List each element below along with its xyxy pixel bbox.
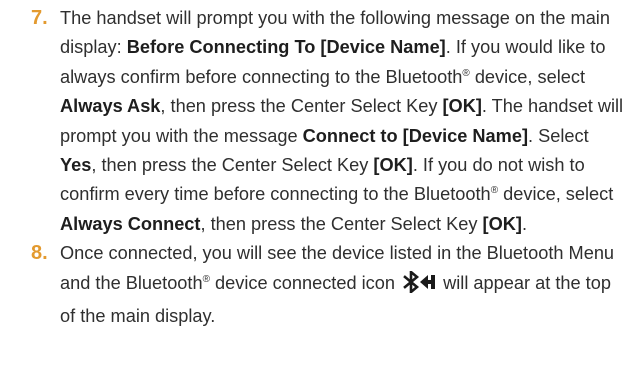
bold-message: Connect to [Device Name] [302, 125, 528, 146]
step-text: , then press the Center Select Key [200, 213, 483, 234]
bold-option: Always Connect [60, 213, 201, 234]
step-text: . [521, 213, 528, 234]
step-text: device, select [469, 66, 586, 87]
registered-mark: ® [462, 67, 470, 79]
bold-option: Yes [60, 155, 92, 176]
step-text: device, select [498, 184, 614, 205]
bold-option: Always Ask [60, 96, 161, 117]
step-text: device connected icon [209, 272, 401, 293]
bold-key: [OK] [482, 213, 522, 234]
bold-key: [OK] [442, 96, 482, 117]
bluetooth-connected-icon [402, 268, 436, 302]
bold-key: [OK] [373, 155, 413, 176]
step-number: 7. [31, 7, 48, 29]
step-number: 8. [31, 242, 48, 265]
instructions-page: 7. The handset will prompt you with the f… [0, 0, 640, 366]
step-text: . Select [528, 125, 589, 146]
step-7: 7. The handset will prompt you with the f… [0, 4, 640, 239]
step-text: , then press the Center Select Key [160, 96, 443, 117]
bold-message: Before Connecting To [Device Name] [126, 37, 446, 58]
registered-mark: ® [202, 273, 210, 285]
registered-mark: ® [490, 185, 499, 197]
step-text: , then press the Center Select Key [91, 155, 374, 176]
step-8: 8. Once connected, you will see the devic… [0, 239, 640, 331]
